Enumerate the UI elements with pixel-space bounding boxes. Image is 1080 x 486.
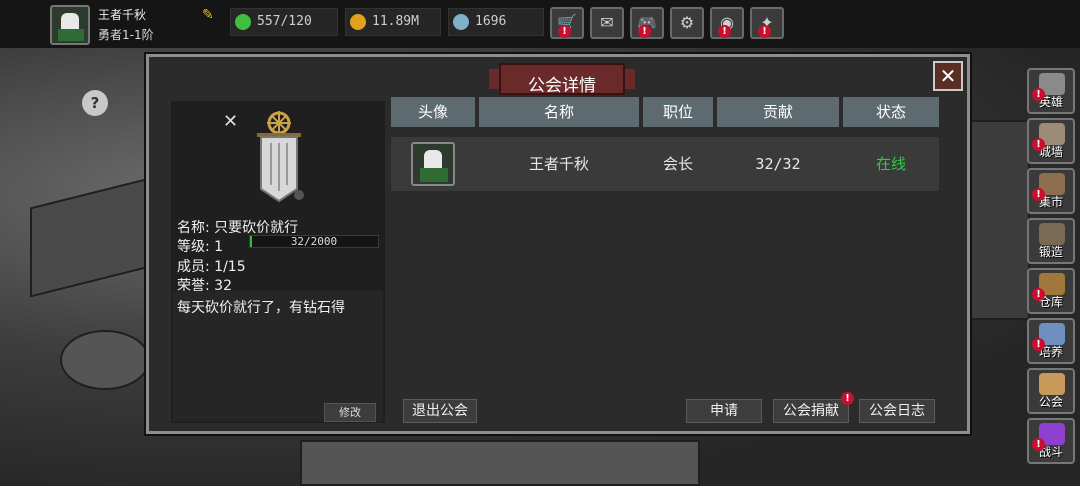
guild-donate-button[interactable]: 公会捐献 ! (773, 392, 854, 423)
settings-gear-icon: ⚙ (679, 13, 695, 32)
sidebar-item-0[interactable]: 英雄! (1027, 68, 1075, 114)
mail-icon: ✉ (600, 13, 614, 32)
header-contribution: 贡献 (717, 97, 839, 127)
guild-info-panel: ✕ 名称: 只要砍价就行 等级: 1 32/2000 成员: 1/15 荣誉: … (171, 101, 385, 423)
energy-icon (235, 14, 251, 30)
scene-path (300, 440, 700, 486)
edit-name-icon[interactable]: ✎ (202, 7, 218, 23)
guild-level: 1 (214, 239, 224, 255)
close-button[interactable]: ✕ (933, 61, 963, 91)
guild-notice-area: 每天砍价就行了，有钻石得 (173, 291, 383, 421)
guild-detail-dialog: 公会详情 ✕ ✕ 名称: 只要砍价就行 等级: 1 32/2000 成员: 1/… (146, 54, 970, 434)
settings-gear-button[interactable]: ⚙ (670, 7, 704, 39)
sidebar-item-icon (1039, 223, 1065, 245)
member-status: 在线 (875, 155, 906, 173)
player-avatar[interactable] (50, 5, 90, 45)
alert-badge-icon: ! (841, 392, 854, 405)
avatar-body (420, 168, 448, 182)
member-contribution: 32/32 (755, 155, 801, 173)
diamond-icon (453, 14, 469, 30)
alert-badge-icon: ! (1032, 338, 1045, 351)
dialog-title: 公会详情 (528, 76, 596, 96)
close-x-icon[interactable]: ✕ (223, 111, 238, 132)
guild-members-line: 成员: 1/15 (177, 256, 246, 276)
gold-value: 11.89M (372, 14, 419, 29)
sidebar-item-7[interactable]: 战斗! (1027, 418, 1075, 464)
sidebar-item-label: 公会 (1038, 395, 1063, 409)
apply-button[interactable]: 申请 (686, 399, 762, 423)
alert-badge-icon: ! (1032, 88, 1045, 101)
guild-name-label: 名称: (177, 220, 210, 236)
top-bar: 王者千秋 勇者1-1阶 ✎ 557/120 11.89M 1696 🛒! ✉ 🎮! ⚙… (0, 0, 1080, 48)
game-screen: 王者千秋 勇者1-1阶 ✎ 557/120 11.89M 1696 🛒! ✉ 🎮! ⚙… (0, 0, 1080, 486)
table-row[interactable]: 王者千秋 会长 32/32 在线 (391, 137, 939, 191)
header-name: 名称 (479, 97, 639, 127)
modify-notice-button[interactable]: 修改 (324, 403, 376, 422)
alert-badge-icon: ! (558, 25, 571, 38)
member-avatar (411, 142, 455, 186)
member-position: 会长 (662, 155, 693, 173)
guild-exp-text: 32/2000 (290, 235, 338, 248)
broom-button[interactable]: ✦! (750, 7, 784, 39)
sidebar-item-5[interactable]: 培养! (1027, 318, 1075, 364)
alert-badge-icon: ! (638, 25, 651, 38)
header-position: 职位 (643, 97, 713, 127)
guild-name: 只要砍价就行 (214, 220, 299, 236)
guild-donate-label: 公会捐献 (783, 403, 839, 419)
diamond-display[interactable]: 1696 (448, 8, 544, 36)
guild-members: 1/15 (214, 259, 246, 275)
energy-value: 557/120 (257, 14, 312, 29)
sidebar-item-icon (1039, 373, 1065, 395)
alert-badge-icon: ! (1032, 438, 1045, 451)
alert-badge-icon: ! (1032, 288, 1045, 301)
sidebar-item-6[interactable]: 公会 (1027, 368, 1075, 414)
header-status: 状态 (843, 97, 939, 127)
gold-coin-icon (350, 14, 366, 30)
diamond-value: 1696 (475, 14, 507, 29)
avatar-body (58, 29, 84, 41)
guild-exp-bar: 32/2000 (249, 235, 379, 248)
guild-name-line: 名称: 只要砍价就行 (177, 217, 298, 237)
alert-badge-icon: ! (1032, 138, 1045, 151)
guild-level-line: 等级: 1 (177, 236, 223, 256)
sidebar-item-2[interactable]: 集市! (1027, 168, 1075, 214)
sidebar-item-3[interactable]: 锻造 (1027, 218, 1075, 264)
gold-display[interactable]: 11.89M (345, 8, 441, 36)
guild-members-label: 成员: (177, 259, 210, 275)
alert-badge-icon: ! (718, 25, 731, 38)
gamepad-button[interactable]: 🎮! (630, 7, 664, 39)
alert-badge-icon: ! (758, 25, 771, 38)
energy-display[interactable]: 557/120 (230, 8, 338, 36)
sidebar-item-1[interactable]: 城墙! (1027, 118, 1075, 164)
header-avatar: 头像 (391, 97, 475, 127)
title-banner: 公会详情 (489, 63, 635, 96)
sidebar-item-label: 锻造 (1038, 245, 1063, 259)
help-icon[interactable]: ? (82, 90, 108, 116)
guild-notice: 每天砍价就行了，有钻石得 (177, 300, 345, 316)
leave-guild-button[interactable]: 退出公会 (403, 399, 477, 423)
scene-well (60, 330, 150, 390)
sidebar-item-4[interactable]: 仓库! (1027, 268, 1075, 314)
lucky-wheel-button[interactable]: ◉! (710, 7, 744, 39)
mail-button[interactable]: ✉ (590, 7, 624, 39)
member-name: 王者千秋 (528, 155, 589, 173)
shop-cart-button[interactable]: 🛒! (550, 7, 584, 39)
alert-badge-icon: ! (1032, 188, 1045, 201)
guild-banner-icon (257, 111, 304, 203)
guild-log-button[interactable]: 公会日志 (859, 399, 935, 423)
scene-tree (970, 120, 1030, 320)
player-rank: 勇者1-1阶 (98, 28, 154, 42)
player-name: 王者千秋 (98, 8, 147, 22)
guild-level-label: 等级: (177, 239, 210, 255)
